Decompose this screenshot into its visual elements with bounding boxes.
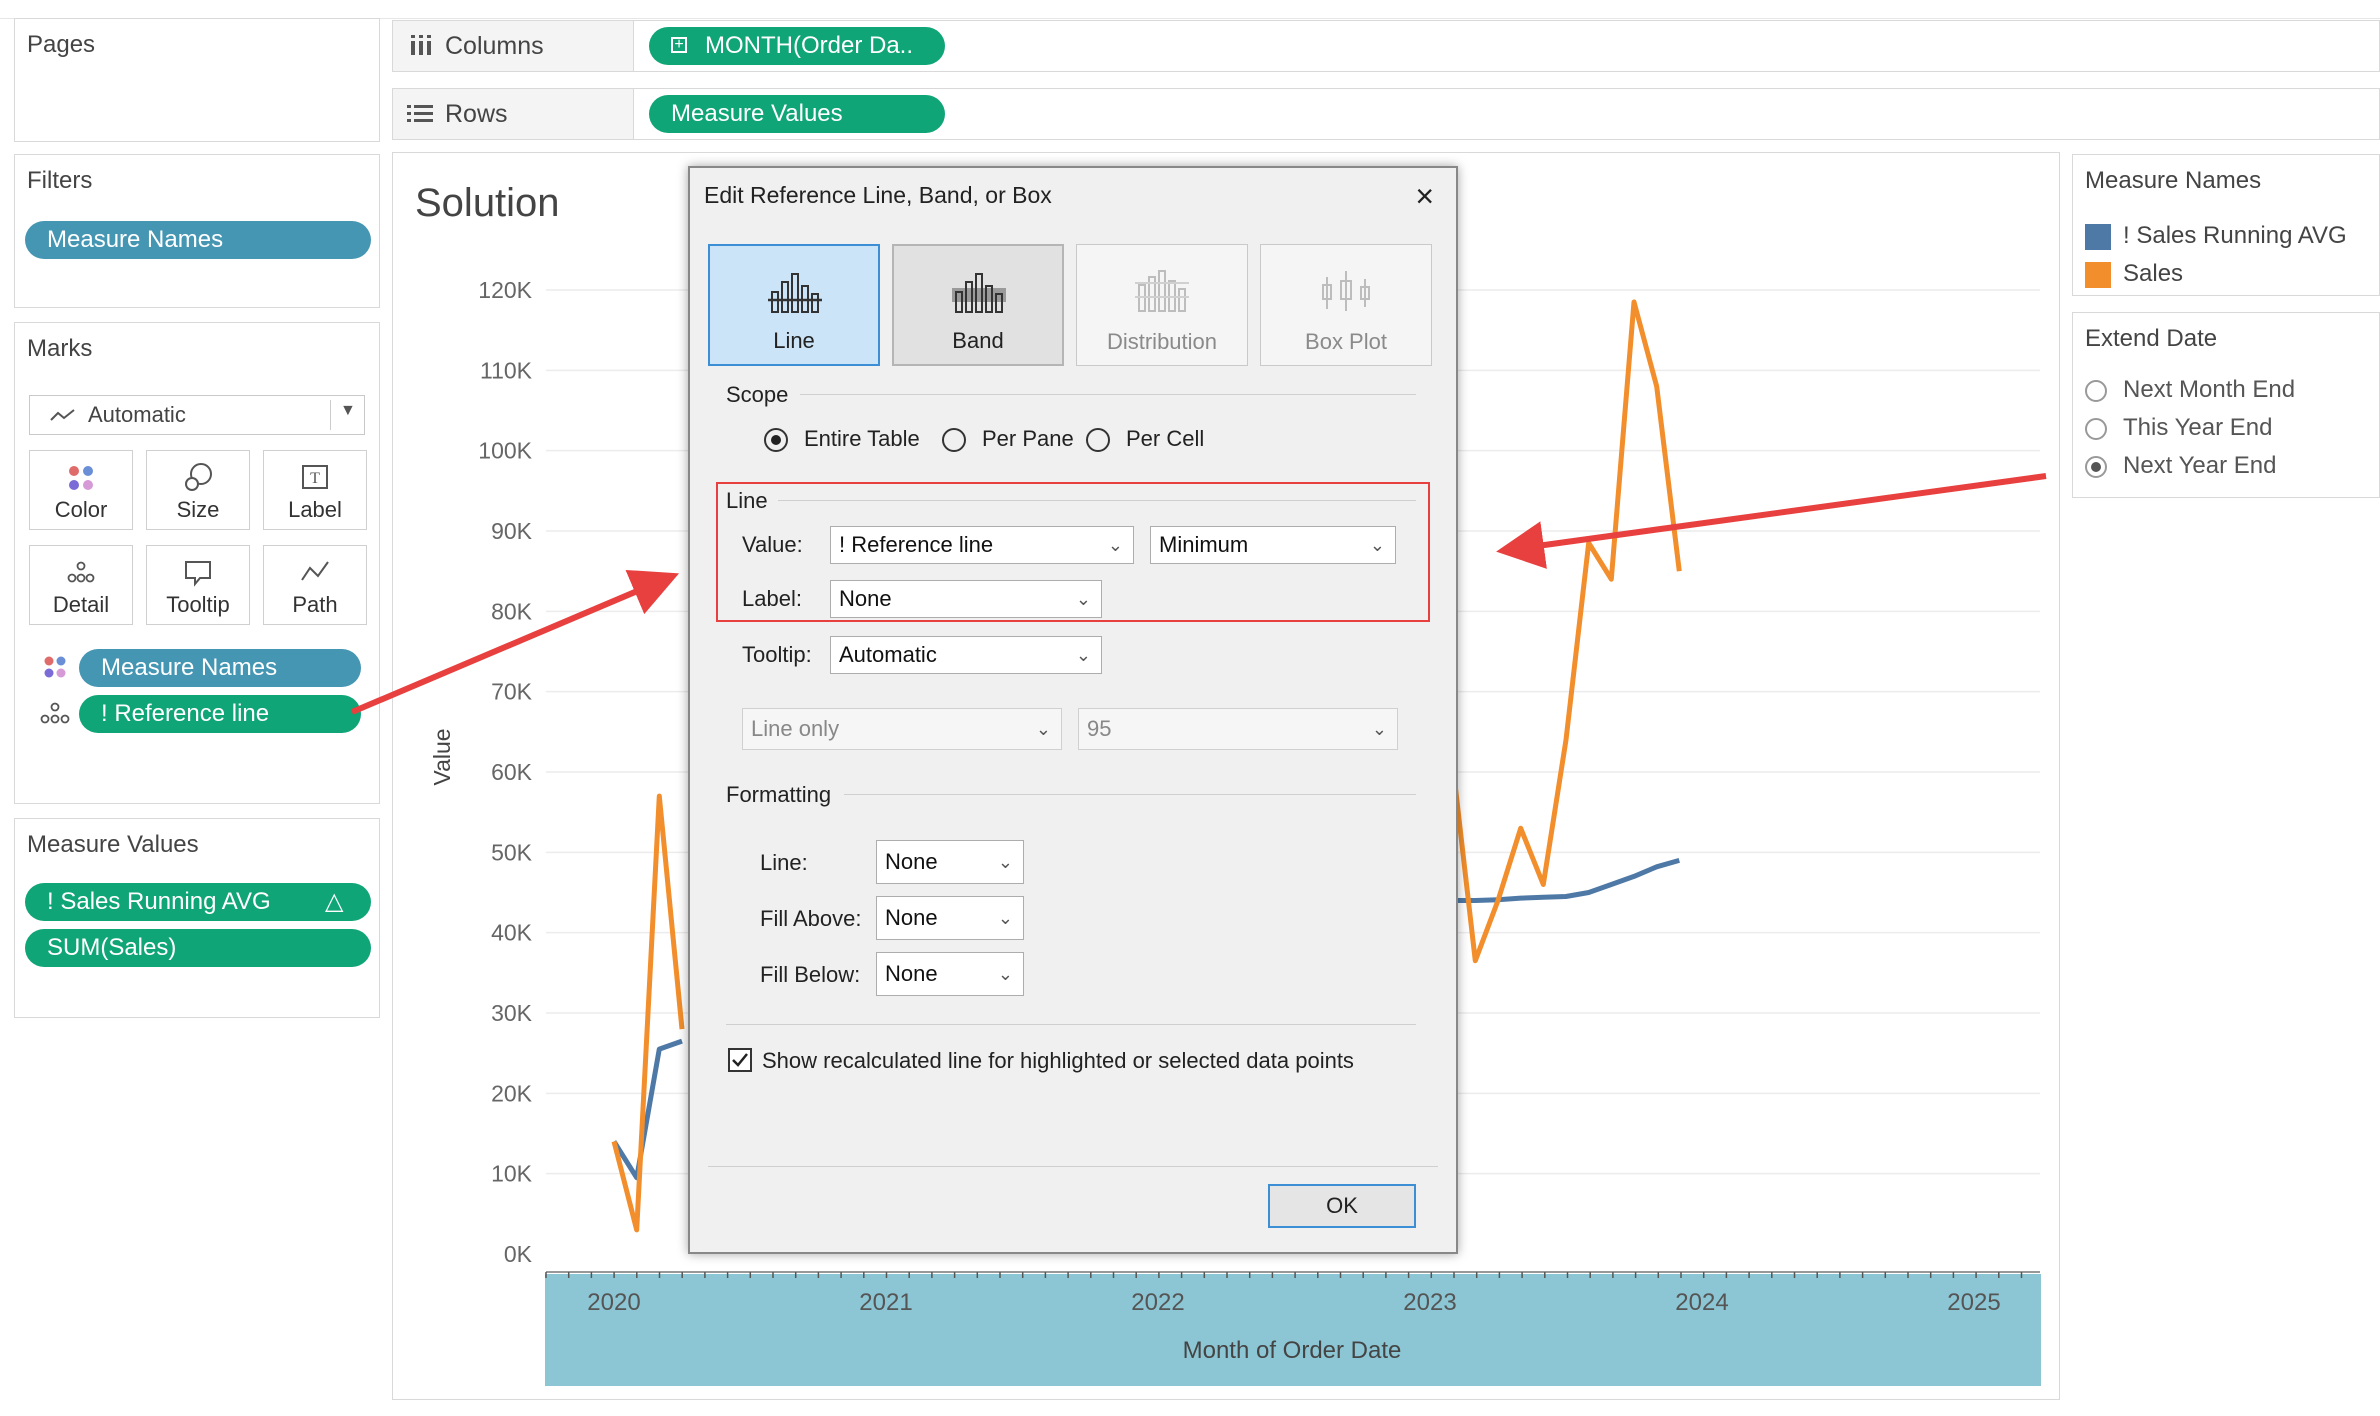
arrow-from-extend-date: [1496, 473, 2047, 569]
arrow-from-reference-pill: [350, 569, 680, 715]
annotation-arrows: [350, 473, 2047, 715]
